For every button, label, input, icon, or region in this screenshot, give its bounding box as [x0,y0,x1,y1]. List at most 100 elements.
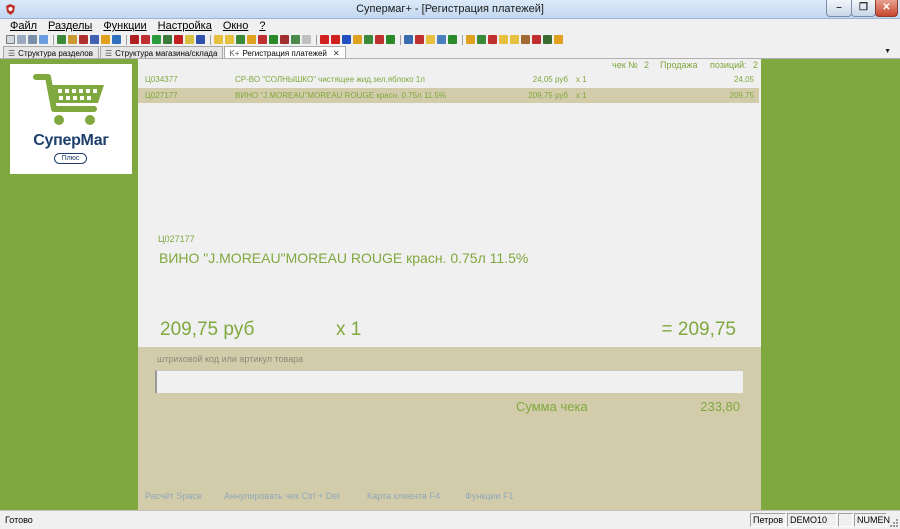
hotkey-client-card[interactable]: Карта клиента F4 [367,491,440,501]
hotkey-cancel-receipt[interactable]: Аннулировать чек Ctrl + Del [224,491,339,501]
cross-icon-2[interactable] [331,35,340,44]
apply-icon[interactable] [386,35,395,44]
tab-payment-registration[interactable]: K+ Регистрация платежей ✕ [224,46,346,58]
hotkey-functions[interactable]: Функции F1 [465,491,513,501]
chart-icon[interactable] [101,35,110,44]
check-label: чек № [612,60,638,70]
table-icon[interactable] [130,35,139,44]
cash-icon[interactable] [404,35,413,44]
star-icon[interactable] [499,35,508,44]
sale-mode: Продажа [660,60,698,70]
delete-doc-icon[interactable] [174,35,183,44]
close-icon: ✕ [882,2,891,13]
money-icon[interactable] [543,35,552,44]
move-icon[interactable] [247,35,256,44]
barcode-icon[interactable] [28,35,37,44]
input-panel: штриховой код или артикул товара Сумма ч… [138,347,761,510]
menu-functions[interactable]: Функции [103,20,146,32]
restore-icon: ❐ [859,2,868,13]
status-user: Петров [750,513,786,527]
receipt-icon[interactable] [415,35,424,44]
current-item-price: 209,75 руб [160,319,255,340]
current-item-name: ВИНО "J.MOREAU"MOREAU ROUGE красн. 0.75л… [159,250,529,266]
filter-icon[interactable] [342,35,351,44]
document-tabs: ☰ Структура разделов ☰ Структура магазин… [0,46,900,59]
row-qty: x 1 [576,91,587,100]
document-icon[interactable] [57,35,66,44]
row-name: ВИНО "J.MOREAU"MOREAU ROUGE красн. 0.75л… [235,91,447,100]
tag-green-icon[interactable] [477,35,486,44]
right-panel [761,59,900,510]
receipt-row-selected[interactable]: Ц027177 ВИНО "J.MOREAU"MOREAU ROUGE крас… [138,88,759,103]
menu-window[interactable]: Окно [223,20,249,32]
cancel-icon[interactable] [375,35,384,44]
row-sum: 24,05 [733,75,754,84]
arrow-icon[interactable] [510,35,519,44]
status-empty-pane [838,513,853,527]
tab-sections-structure[interactable]: ☰ Структура разделов [3,46,99,58]
tree-icon: ☰ [104,48,113,58]
toolbar-separator [53,34,54,45]
row-code: Ц034377 [145,75,178,84]
status-database: DEMO10 [787,513,837,527]
calendar-icon[interactable] [152,35,161,44]
warning-icon[interactable] [185,35,194,44]
check-icon[interactable] [364,35,373,44]
positions-label: позиций: [710,60,747,70]
close-tab-icon[interactable]: ✕ [333,49,340,58]
current-item-code: Ц027177 [158,234,195,244]
row-price: 24,05 руб [532,75,568,84]
tree-icon[interactable] [112,35,121,44]
hotkey-bar: Расчёт Space Аннулировать чек Ctrl + Del… [138,491,761,505]
menu-bar: Файл Разделы Функции Настройка Окно ? [0,19,900,33]
report-icon[interactable] [90,35,99,44]
status-num: NUMЕN [854,513,890,527]
cashbox-icon: K+ [229,48,240,58]
import-icon[interactable] [291,35,300,44]
edit-icon-2[interactable] [225,35,234,44]
barcode-label: штриховой код или артикул товара [157,354,304,364]
tabs-dropdown-icon[interactable]: ▼ [884,48,891,55]
save-icon[interactable] [269,35,278,44]
refresh-icon[interactable] [353,35,362,44]
menu-sections[interactable]: Разделы [48,20,92,32]
settings-icon[interactable] [68,35,77,44]
hotkey-pay[interactable]: Расчёт Space [145,491,202,501]
copy-icon[interactable] [6,35,15,44]
check-number: 2 [644,60,650,70]
menu-help[interactable]: ? [259,20,265,32]
table-red-icon[interactable] [141,35,150,44]
edit-icon[interactable] [214,35,223,44]
key-icon[interactable] [426,35,435,44]
note-icon[interactable] [196,35,205,44]
resize-grip-icon[interactable] [889,518,899,528]
cross-icon[interactable] [320,35,329,44]
receipt-row[interactable]: Ц034377 СР-ВО "СОЛНЫШКО" чистящее жид.зе… [138,72,759,87]
print-icon[interactable] [258,35,267,44]
maximize-button[interactable]: ❐ [851,0,876,17]
house-icon[interactable] [79,35,88,44]
menu-settings[interactable]: Настройка [158,20,212,32]
tag-red-icon[interactable] [488,35,497,44]
add-icon[interactable] [236,35,245,44]
tag-icon[interactable] [466,35,475,44]
box-icon[interactable] [521,35,530,44]
export-icon[interactable] [280,35,289,44]
receipt-sum-label: Сумма чека [516,399,588,414]
flag-icon[interactable] [532,35,541,44]
ok-icon[interactable] [448,35,457,44]
menu-file[interactable]: Файл [10,20,37,32]
toolbar-separator [210,34,211,45]
folder-icon[interactable] [163,35,172,44]
receipt-sum-value: 233,80 [700,399,740,414]
grid-icon[interactable] [17,35,26,44]
minimize-button[interactable]: – [826,0,852,17]
bag-icon[interactable] [554,35,563,44]
zoom-icon[interactable] [302,35,311,44]
tab-store-structure[interactable]: ☰ Структура магазина/склада [99,46,224,58]
barcode-input[interactable] [155,370,743,393]
status-text: Готово [5,515,33,525]
close-button[interactable]: ✕ [875,0,898,17]
user-icon[interactable] [437,35,446,44]
list-icon[interactable] [39,35,48,44]
